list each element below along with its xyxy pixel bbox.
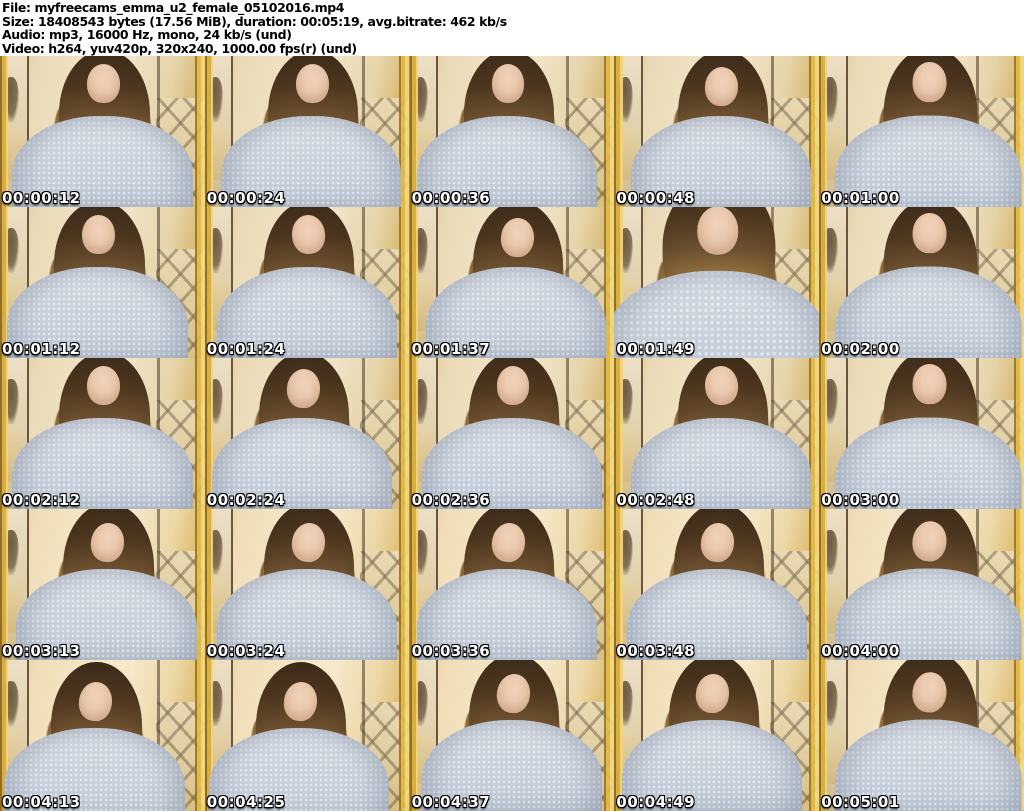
video-frame-thumbnail: 00:01:24: [204, 207, 410, 358]
timestamp-label: 00:03:13: [2, 642, 81, 660]
face-shape: [87, 365, 120, 405]
person-placeholder: [0, 358, 205, 509]
video-frame-thumbnail: 00:01:12: [0, 207, 205, 358]
person-placeholder: [0, 207, 200, 358]
video-frame-thumbnail: 00:04:49: [614, 660, 820, 811]
person-placeholder: [410, 56, 610, 207]
audio-info-line: Audio: mp3, 16000 Hz, mono, 24 kb/s (und…: [2, 27, 292, 42]
file-size-line: Size: 18408543 bytes (17.56 MiB), durati…: [2, 13, 507, 29]
file-name-line: File: myfreecams_emma_u2_female_05102016…: [2, 0, 345, 15]
face-shape: [697, 207, 739, 255]
thumbnail-grid: 00:00:12 00:00:24 00:00:36 00:00:48 00:0…: [0, 56, 1024, 811]
timestamp-label: 00:01:12: [2, 340, 81, 358]
person-placeholder: [823, 56, 1024, 207]
person-placeholder: [205, 509, 410, 660]
video-frame-thumbnail: 00:03:00: [819, 358, 1024, 509]
person-placeholder: [823, 358, 1024, 509]
video-frame-thumbnail: 00:04:00: [819, 509, 1024, 660]
video-frame-thumbnail: 00:03:13: [0, 509, 205, 660]
video-frame-thumbnail: 00:04:37: [409, 660, 615, 811]
video-contact-sheet: File: myfreecams_emma_u2_female_05102016…: [0, 0, 1024, 811]
face-shape: [496, 365, 530, 405]
person-placeholder: [414, 207, 615, 358]
video-frame-thumbnail: 00:01:37: [409, 207, 615, 358]
timestamp-label: 00:01:37: [411, 340, 491, 358]
video-frame-thumbnail: 00:03:48: [614, 509, 820, 660]
person-placeholder: [614, 207, 820, 358]
video-frame-thumbnail: 00:01:49: [614, 207, 820, 358]
timestamp-label: 00:03:48: [616, 642, 696, 660]
face-shape: [912, 363, 947, 404]
timestamp-label: 00:04:00: [821, 642, 900, 660]
file-metadata-header: File: myfreecams_emma_u2_female_05102016…: [0, 0, 1024, 56]
timestamp-label: 00:02:24: [206, 491, 286, 509]
video-frame-thumbnail: 00:00:24: [204, 56, 410, 207]
video-frame-thumbnail: 00:05:01: [819, 660, 1024, 811]
person-placeholder: [410, 358, 615, 509]
person-placeholder: [823, 660, 1024, 811]
timestamp-label: 00:00:36: [411, 189, 491, 207]
person-placeholder: [205, 207, 410, 358]
timestamp-label: 00:00:24: [206, 189, 286, 207]
timestamp-label: 00:02:48: [616, 491, 696, 509]
timestamp-label: 00:02:12: [2, 491, 81, 509]
person-placeholder: [614, 660, 814, 811]
timestamp-label: 00:03:00: [821, 491, 900, 509]
person-placeholder: [205, 358, 405, 509]
timestamp-label: 00:02:36: [411, 491, 491, 509]
person-placeholder: [410, 660, 615, 811]
face-shape: [491, 63, 525, 103]
timestamp-label: 00:00:12: [2, 189, 81, 207]
person-placeholder: [4, 509, 205, 660]
video-frame-thumbnail: 00:00:12: [0, 56, 205, 207]
timestamp-label: 00:01:24: [206, 340, 286, 358]
face-shape: [82, 214, 115, 254]
face-shape: [912, 61, 947, 102]
timestamp-label: 00:03:24: [206, 642, 286, 660]
video-frame-thumbnail: 00:02:24: [204, 358, 410, 509]
person-placeholder: [823, 207, 1024, 358]
video-frame-thumbnail: 00:02:00: [819, 207, 1024, 358]
timestamp-label: 00:01:00: [821, 189, 900, 207]
video-frame-thumbnail: 00:02:12: [0, 358, 205, 509]
timestamp-label: 00:03:36: [411, 642, 491, 660]
timestamp-label: 00:00:48: [616, 189, 696, 207]
person-placeholder: [823, 509, 1024, 660]
video-frame-thumbnail: 00:03:24: [204, 509, 410, 660]
video-frame-thumbnail: 00:04:25: [204, 660, 410, 811]
video-frame-thumbnail: 00:01:00: [819, 56, 1024, 207]
timestamp-label: 00:04:37: [411, 793, 491, 811]
face-shape: [87, 63, 120, 103]
face-shape: [295, 63, 329, 103]
face-shape: [912, 212, 947, 253]
person-placeholder: [410, 509, 610, 660]
person-placeholder: [618, 358, 819, 509]
video-frame-thumbnail: 00:04:13: [0, 660, 205, 811]
video-frame-thumbnail: 00:00:48: [614, 56, 820, 207]
timestamp-label: 00:05:01: [821, 793, 900, 811]
person-placeholder: [205, 661, 402, 811]
timestamp-label: 00:04:49: [616, 793, 696, 811]
video-frame-thumbnail: 00:00:36: [409, 56, 615, 207]
timestamp-label: 00:02:00: [821, 340, 900, 358]
video-frame-thumbnail: 00:02:48: [614, 358, 820, 509]
person-placeholder: [209, 56, 410, 207]
video-frame-thumbnail: 00:03:36: [409, 509, 615, 660]
person-placeholder: [0, 661, 197, 811]
video-info-line: Video: h264, yuv420p, 320x240, 1000.00 f…: [2, 40, 357, 56]
person-placeholder: [614, 509, 819, 660]
person-placeholder: [618, 56, 819, 207]
timestamp-label: 00:01:49: [616, 340, 696, 358]
person-placeholder: [0, 56, 205, 207]
video-frame-thumbnail: 00:02:36: [409, 358, 615, 509]
timestamp-label: 00:04:25: [206, 793, 286, 811]
timestamp-label: 00:04:13: [2, 793, 81, 811]
